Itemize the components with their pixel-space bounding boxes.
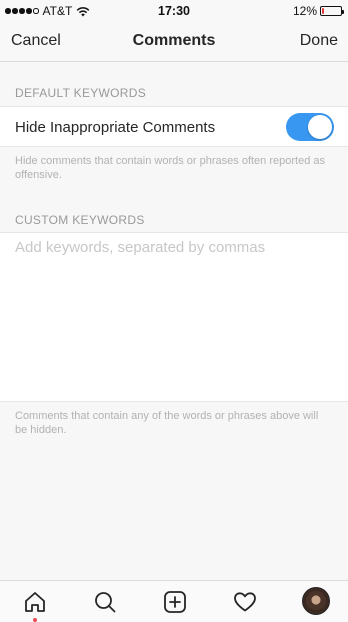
custom-keywords-input[interactable] — [15, 239, 335, 397]
status-bar: AT&T 17:30 12% — [0, 0, 348, 22]
status-right: 12% — [292, 4, 344, 18]
hide-inappropriate-comments-toggle[interactable] — [286, 113, 334, 141]
tab-bar — [0, 580, 348, 622]
battery-icon — [320, 6, 344, 16]
profile-avatar — [306, 591, 326, 611]
custom-keywords-footnote: Comments that contain any of the words o… — [15, 410, 319, 436]
navigation-bar: Cancel Comments Done — [0, 22, 348, 62]
add-post-icon — [164, 591, 186, 613]
tab-search[interactable] — [92, 589, 118, 615]
done-button[interactable]: Done — [300, 32, 338, 50]
tab-home[interactable] — [22, 589, 48, 622]
page-title: Comments — [132, 32, 216, 49]
default-keywords-header: DEFAULT KEYWORDS — [15, 86, 147, 100]
hide-inappropriate-comments-row: Hide Inappropriate Comments — [0, 106, 348, 147]
search-icon — [95, 592, 116, 613]
battery-level-fill — [322, 8, 324, 14]
heart-icon — [234, 592, 256, 612]
custom-keywords-header: CUSTOM KEYWORDS — [15, 213, 145, 227]
home-icon — [25, 592, 45, 612]
tab-new-post[interactable] — [162, 589, 188, 615]
default-keywords-description: Hide comments that contain words or phra… — [15, 155, 325, 181]
toggle-knob — [308, 115, 332, 139]
hide-inappropriate-comments-label: Hide Inappropriate Comments — [15, 119, 216, 136]
comments-settings-screen: AT&T 17:30 12% Cancel Comments Done DEFA… — [0, 0, 348, 622]
tab-profile-avatar[interactable] — [302, 587, 330, 615]
battery-percent: 12% — [292, 4, 317, 18]
custom-keywords-area — [0, 232, 348, 402]
tab-activity[interactable] — [232, 589, 258, 615]
notification-dot — [33, 618, 37, 622]
